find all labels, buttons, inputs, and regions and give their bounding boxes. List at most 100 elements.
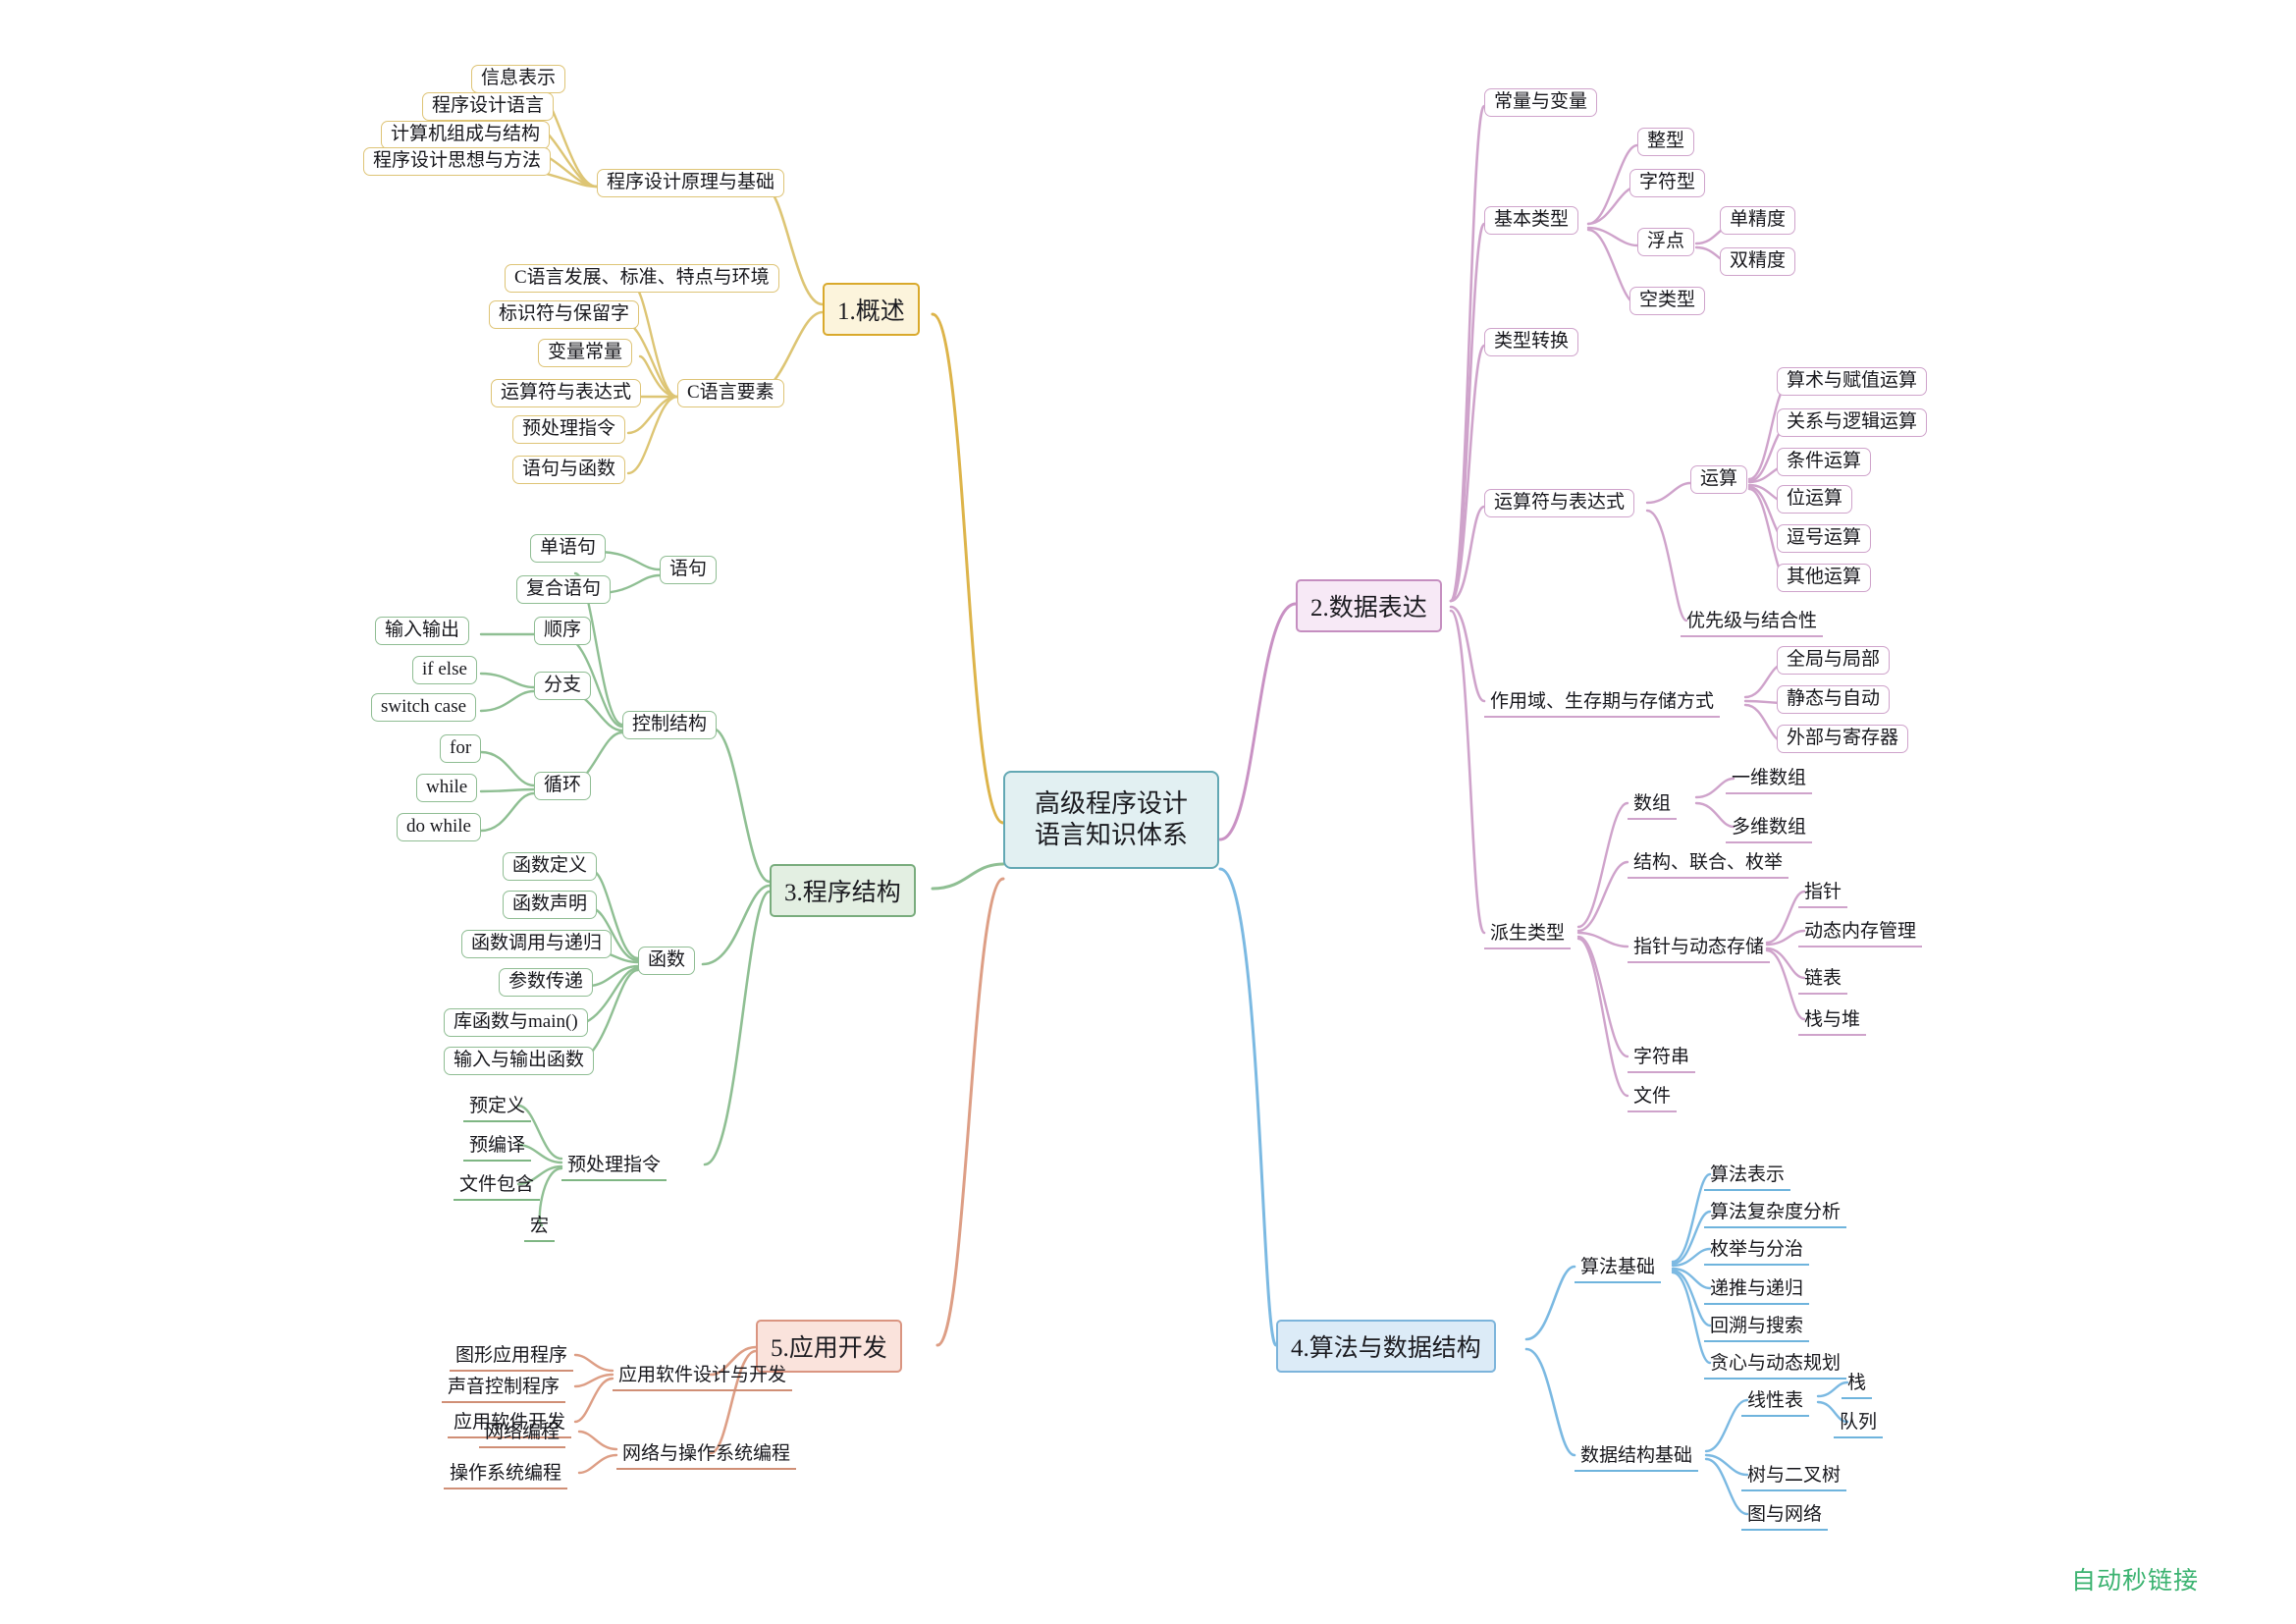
- node-linear-list[interactable]: 线性表: [1741, 1384, 1810, 1417]
- node-function[interactable]: 函数: [638, 947, 696, 975]
- node-recurrence-recursion[interactable]: 递推与递归: [1704, 1272, 1810, 1305]
- node-function-definition[interactable]: 函数定义: [503, 852, 598, 881]
- node-double-precision[interactable]: 双精度: [1720, 247, 1796, 276]
- node-network-programming[interactable]: 网络编程: [479, 1416, 566, 1448]
- node-identifiers-keywords[interactable]: 标识符与保留字: [489, 300, 640, 329]
- node-algorithm-representation[interactable]: 算法表示: [1704, 1159, 1791, 1191]
- node-complexity-analysis[interactable]: 算法复杂度分析: [1704, 1196, 1847, 1228]
- node-label: 图与网络: [1747, 1504, 1823, 1525]
- node-static-auto[interactable]: 静态与自动: [1777, 685, 1891, 714]
- node-function-declaration[interactable]: 函数声明: [503, 891, 598, 919]
- node-programming-language[interactable]: 程序设计语言: [422, 92, 555, 121]
- node-parameter-passing[interactable]: 参数传递: [499, 968, 594, 997]
- node-scope-lifetime-storage[interactable]: 作用域、生存期与存储方式: [1484, 685, 1721, 718]
- node-stack-heap[interactable]: 栈与堆: [1798, 1003, 1867, 1036]
- node-label: 其他运算: [1787, 567, 1862, 587]
- node-constants-variables[interactable]: 常量与变量: [1484, 88, 1598, 117]
- node-os-programming[interactable]: 操作系统编程: [444, 1457, 568, 1489]
- node-macro[interactable]: 宏: [524, 1210, 556, 1242]
- node-operators-expressions-1[interactable]: 运算符与表达式: [491, 379, 642, 407]
- node-if-else[interactable]: if else: [412, 656, 477, 684]
- node-tree-binary-tree[interactable]: 树与二叉树: [1741, 1459, 1847, 1491]
- node-graphic-app[interactable]: 图形应用程序: [450, 1339, 574, 1372]
- node-info-representation[interactable]: 信息表示: [471, 65, 566, 93]
- node-extern-register[interactable]: 外部与寄存器: [1777, 725, 1909, 753]
- node-queue[interactable]: 队列: [1834, 1406, 1884, 1438]
- node-comma-op[interactable]: 逗号运算: [1777, 524, 1872, 553]
- branch-topic-2[interactable]: 2.数据表达: [1296, 579, 1442, 632]
- node-file[interactable]: 文件: [1628, 1080, 1678, 1112]
- node-integer-type[interactable]: 整型: [1637, 128, 1695, 156]
- node-predefine[interactable]: 预定义: [463, 1090, 532, 1122]
- node-variables-constants[interactable]: 变量常量: [538, 339, 633, 367]
- branch-topic-4[interactable]: 4.算法与数据结构: [1276, 1320, 1496, 1373]
- node-label: 图形应用程序: [455, 1345, 568, 1366]
- node-label: 字符串: [1633, 1047, 1690, 1067]
- node-computer-organization[interactable]: 计算机组成与结构: [381, 121, 551, 149]
- node-sound-control-app[interactable]: 声音控制程序: [442, 1371, 566, 1403]
- node-derived-types[interactable]: 派生类型: [1484, 917, 1572, 949]
- node-input-output[interactable]: 输入输出: [375, 617, 470, 645]
- node-statement[interactable]: 语句: [660, 556, 718, 584]
- node-operators-expressions-2[interactable]: 运算符与表达式: [1484, 489, 1635, 517]
- root-node[interactable]: 高级程序设计 语言知识体系: [1003, 771, 1219, 869]
- node-preprocessor-1[interactable]: 预处理指令: [512, 415, 626, 444]
- node-dynamic-memory[interactable]: 动态内存管理: [1798, 915, 1923, 947]
- node-control-structure[interactable]: 控制结构: [622, 711, 718, 739]
- node-function-call-recursion[interactable]: 函数调用与递归: [461, 930, 613, 958]
- node-conditional-op[interactable]: 条件运算: [1777, 448, 1872, 476]
- node-arith-assign-ops[interactable]: 算术与赋值运算: [1777, 367, 1928, 396]
- node-library-main[interactable]: 库函数与main(): [444, 1008, 588, 1037]
- node-compound-statement[interactable]: 复合语句: [516, 575, 612, 604]
- node-statements-functions[interactable]: 语句与函数: [512, 456, 626, 484]
- node-backtracking-search[interactable]: 回溯与搜索: [1704, 1310, 1810, 1342]
- node-do-while[interactable]: do while: [397, 813, 481, 841]
- node-stack[interactable]: 栈: [1842, 1367, 1873, 1399]
- node-sequence[interactable]: 顺序: [534, 617, 592, 645]
- node-struct-union-enum[interactable]: 结构、联合、枚举: [1628, 846, 1789, 879]
- node-graph-network[interactable]: 图与网络: [1741, 1498, 1829, 1531]
- node-type-conversion[interactable]: 类型转换: [1484, 328, 1579, 356]
- node-bitwise-op[interactable]: 位运算: [1777, 485, 1853, 514]
- node-string[interactable]: 字符串: [1628, 1041, 1696, 1073]
- node-network-os-programming[interactable]: 网络与操作系统编程: [616, 1437, 797, 1470]
- node-design-thinking[interactable]: 程序设计思想与方法: [363, 147, 552, 176]
- node-preprocessor-2[interactable]: 预处理指令: [561, 1149, 667, 1181]
- node-enumeration-divide[interactable]: 枚举与分治: [1704, 1233, 1810, 1266]
- node-nd-array[interactable]: 多维数组: [1726, 811, 1813, 843]
- node-precompile[interactable]: 预编译: [463, 1129, 532, 1162]
- node-c-history[interactable]: C语言发展、标准、特点与环境: [505, 264, 779, 293]
- node-programming-principles[interactable]: 程序设计原理与基础: [597, 169, 785, 197]
- branch-topic-1[interactable]: 1.概述: [823, 283, 920, 336]
- node-operations[interactable]: 运算: [1690, 465, 1748, 494]
- node-for[interactable]: for: [440, 734, 482, 763]
- node-global-local[interactable]: 全局与局部: [1777, 646, 1891, 675]
- node-array[interactable]: 数组: [1628, 787, 1678, 820]
- node-branch[interactable]: 分支: [534, 672, 592, 700]
- node-algorithm-basics[interactable]: 算法基础: [1575, 1251, 1662, 1283]
- node-app-software-design[interactable]: 应用软件设计与开发: [613, 1359, 793, 1391]
- node-switch-case[interactable]: switch case: [371, 693, 477, 722]
- node-pointer[interactable]: 指针: [1798, 876, 1848, 908]
- node-precedence-associativity[interactable]: 优先级与结合性: [1681, 605, 1824, 637]
- node-1d-array[interactable]: 一维数组: [1726, 762, 1813, 794]
- node-linked-list[interactable]: 链表: [1798, 962, 1848, 995]
- node-c-elements[interactable]: C语言要素: [677, 379, 784, 407]
- node-void-type[interactable]: 空类型: [1629, 287, 1706, 315]
- node-io-functions[interactable]: 输入与输出函数: [444, 1047, 595, 1075]
- node-float-type[interactable]: 浮点: [1637, 228, 1695, 256]
- branch-topic-3[interactable]: 3.程序结构: [770, 864, 916, 917]
- node-data-structure-basics[interactable]: 数据结构基础: [1575, 1439, 1699, 1472]
- node-greedy-dp[interactable]: 贪心与动态规划: [1704, 1347, 1847, 1380]
- node-single-statement[interactable]: 单语句: [530, 534, 607, 563]
- node-relational-logical-ops[interactable]: 关系与逻辑运算: [1777, 408, 1928, 437]
- node-file-include[interactable]: 文件包含: [454, 1168, 541, 1201]
- node-other-ops[interactable]: 其他运算: [1777, 564, 1872, 592]
- node-label: 关系与逻辑运算: [1787, 411, 1918, 432]
- node-pointer-dynamic-storage[interactable]: 指针与动态存储: [1628, 931, 1771, 963]
- node-while[interactable]: while: [416, 774, 478, 802]
- node-basic-types[interactable]: 基本类型: [1484, 206, 1579, 235]
- node-single-precision[interactable]: 单精度: [1720, 206, 1796, 235]
- node-char-type[interactable]: 字符型: [1629, 169, 1706, 197]
- node-loop[interactable]: 循环: [534, 772, 592, 800]
